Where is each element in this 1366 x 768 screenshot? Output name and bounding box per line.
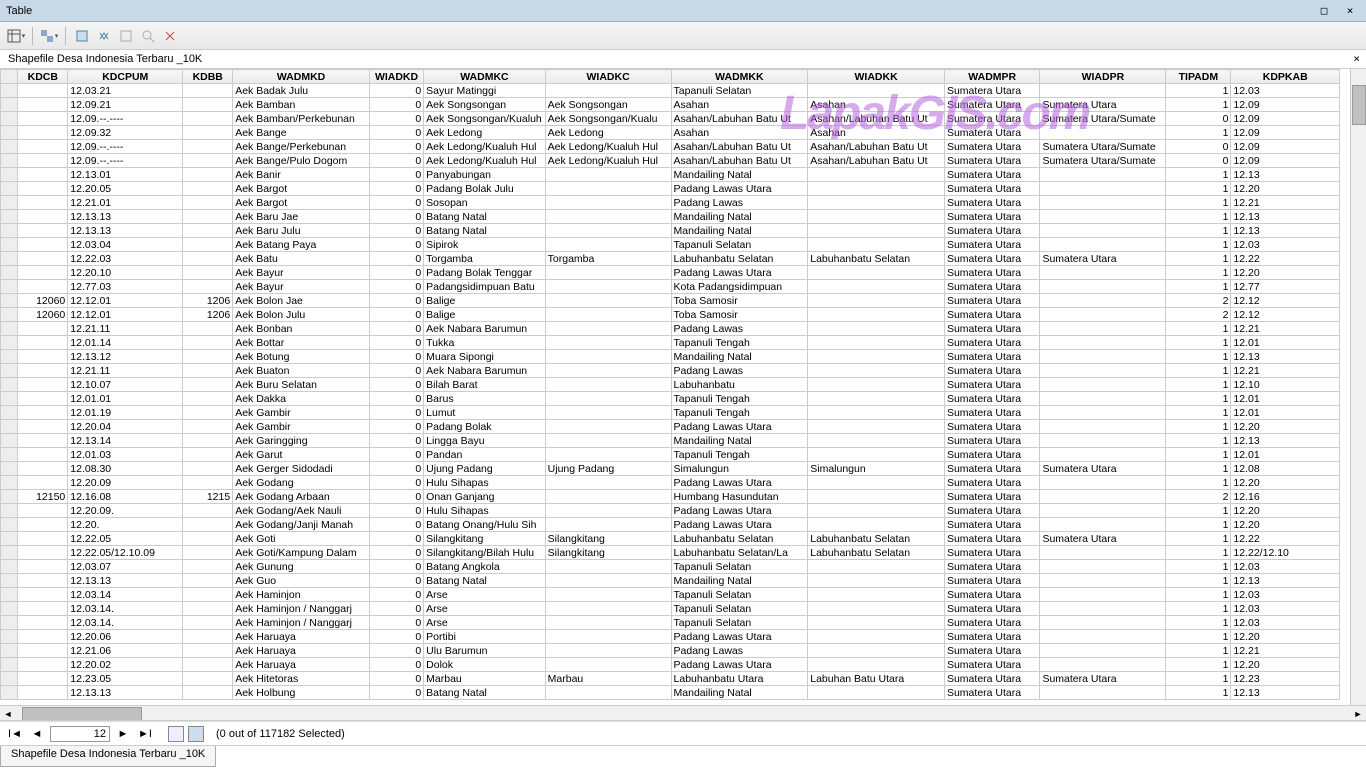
column-header[interactable]: WIADKK xyxy=(808,70,945,84)
close-button[interactable]: × xyxy=(1338,3,1362,19)
table-row[interactable]: 12.03.21Aek Badak Julu0Sayur MatinggiTap… xyxy=(1,84,1340,98)
table-container: KDCBKDCPUMKDBBWADMKDWIADKDWADMKCWIADKCWA… xyxy=(0,69,1366,721)
record-navigator: I◄ ◄ ► ►I (0 out of 117182 Selected) xyxy=(0,721,1366,745)
last-record-button[interactable]: ►I xyxy=(136,725,154,743)
table-tab[interactable]: Shapefile Desa Indonesia Terbaru _10K xyxy=(0,746,216,767)
table-row[interactable]: 12.13.13Aek Guo0Batang NatalMandailing N… xyxy=(1,574,1340,588)
attribute-table[interactable]: KDCBKDCPUMKDBBWADMKDWIADKDWADMKCWIADKCWA… xyxy=(0,69,1340,700)
horizontal-scrollbar[interactable]: ◄ ► xyxy=(0,705,1366,721)
table-row[interactable]: 12.13.13Aek Holbung0Batang NatalMandaili… xyxy=(1,686,1340,700)
table-row[interactable]: 12.20.09.Aek Godang/Aek Nauli0Hulu Sihap… xyxy=(1,504,1340,518)
table-row[interactable]: 12.09.--.----Aek Bange/Pulo Dogom0Aek Le… xyxy=(1,154,1340,168)
table-row[interactable]: 12.13.01Aek Banir0PanyabunganMandailing … xyxy=(1,168,1340,182)
column-header[interactable]: WADMPR xyxy=(944,70,1039,84)
selection-status: (0 out of 117182 Selected) xyxy=(216,728,345,740)
table-row[interactable]: 12.01.03Aek Garut0PandanTapanuli TengahS… xyxy=(1,448,1340,462)
table-row[interactable]: 12.20.05Aek Bargot0Padang Bolak JuluPada… xyxy=(1,182,1340,196)
table-row[interactable]: 12.01.01Aek Dakka0BarusTapanuli TengahSu… xyxy=(1,392,1340,406)
table-row[interactable]: 12.09.21Aek Bamban0Aek SongsonganAek Son… xyxy=(1,98,1340,112)
switch-selection-icon[interactable] xyxy=(94,26,114,46)
first-record-button[interactable]: I◄ xyxy=(6,725,24,743)
column-header[interactable]: WIADKC xyxy=(545,70,671,84)
column-header[interactable]: WADMKD xyxy=(233,70,370,84)
column-header[interactable]: WADMKC xyxy=(424,70,546,84)
table-row[interactable]: 12.13.12Aek Botung0Muara SipongiMandaili… xyxy=(1,350,1340,364)
table-row[interactable]: 12.22.05Aek Goti0SilangkitangSilangkitan… xyxy=(1,532,1340,546)
table-row[interactable]: 12.01.14Aek Bottar0TukkaTapanuli TengahS… xyxy=(1,336,1340,350)
zoom-selected-icon[interactable] xyxy=(138,26,158,46)
related-tables-icon[interactable] xyxy=(39,26,59,46)
column-header[interactable]: KDPKAB xyxy=(1231,70,1340,84)
table-row[interactable]: 1215012.16.081215Aek Godang Arbaan0Onan … xyxy=(1,490,1340,504)
table-row[interactable]: 12.22.03Aek Batu0TorgambaTorgambaLabuhan… xyxy=(1,252,1340,266)
table-row[interactable]: 12.21.06Aek Haruaya0Ulu BarumunPadang La… xyxy=(1,644,1340,658)
table-row[interactable]: 12.20.10Aek Bayur0Padang Bolak TenggarPa… xyxy=(1,266,1340,280)
vertical-scrollbar[interactable] xyxy=(1350,69,1366,705)
column-header[interactable]: TIPADM xyxy=(1166,70,1231,84)
minimize-button[interactable]: □ xyxy=(1312,3,1336,19)
select-by-attributes-icon[interactable] xyxy=(72,26,92,46)
table-row[interactable]: 12.23.05Aek Hitetoras0MarbauMarbauLabuha… xyxy=(1,672,1340,686)
column-header[interactable]: KDCB xyxy=(18,70,68,84)
toolbar xyxy=(0,22,1366,50)
column-header[interactable]: WIADPR xyxy=(1040,70,1166,84)
layer-title-bar: Shapefile Desa Indonesia Terbaru _10K × xyxy=(0,50,1366,69)
table-row[interactable]: 12.08.30Aek Gerger Sidodadi0Ujung Padang… xyxy=(1,462,1340,476)
table-row[interactable]: 12.13.13Aek Baru Jae0Batang NatalMandail… xyxy=(1,210,1340,224)
table-row[interactable]: 12.09.--.----Aek Bange/Perkebunan0Aek Le… xyxy=(1,140,1340,154)
table-row[interactable]: 12.20.02Aek Haruaya0DolokPadang Lawas Ut… xyxy=(1,658,1340,672)
table-row[interactable]: 12.01.19Aek Gambir0LumutTapanuli TengahS… xyxy=(1,406,1340,420)
table-row[interactable]: 12.22.05/12.10.09Aek Goti/Kampung Dalam0… xyxy=(1,546,1340,560)
window-title: Table xyxy=(4,5,1312,17)
next-record-button[interactable]: ► xyxy=(114,725,132,743)
table-row[interactable]: 12.10.07Aek Buru Selatan0Bilah BaratLabu… xyxy=(1,378,1340,392)
table-row[interactable]: 12.21.01Aek Bargot0SosopanPadang LawasSu… xyxy=(1,196,1340,210)
layer-close-icon[interactable]: × xyxy=(1353,52,1360,65)
layer-title: Shapefile Desa Indonesia Terbaru _10K xyxy=(8,53,202,65)
table-row[interactable]: 12.21.11Aek Bonban0Aek Nabara BarumunPad… xyxy=(1,322,1340,336)
table-row[interactable]: 12.09.32Aek Bange0Aek LedongAek LedongAs… xyxy=(1,126,1340,140)
title-bar: Table □ × xyxy=(0,0,1366,22)
table-row[interactable]: 12.03.14Aek Haminjon0ArseTapanuli Selata… xyxy=(1,588,1340,602)
column-header[interactable]: WADMKK xyxy=(671,70,808,84)
column-header[interactable]: WIADKD xyxy=(369,70,423,84)
clear-selection-icon[interactable] xyxy=(116,26,136,46)
table-row[interactable]: 1206012.12.011206Aek Bolon Jae0BaligeTob… xyxy=(1,294,1340,308)
delete-selected-icon[interactable] xyxy=(160,26,180,46)
table-row[interactable]: 12.13.13Aek Baru Julu0Batang NatalMandai… xyxy=(1,224,1340,238)
prev-record-button[interactable]: ◄ xyxy=(28,725,46,743)
table-row[interactable]: 12.03.14.Aek Haminjon / Nanggarj0ArseTap… xyxy=(1,616,1340,630)
table-row[interactable]: 12.20.09Aek Godang0Hulu SihapasPadang La… xyxy=(1,476,1340,490)
table-row[interactable]: 12.77.03Aek Bayur0Padangsidimpuan BatuKo… xyxy=(1,280,1340,294)
table-row[interactable]: 12.21.11Aek Buaton0Aek Nabara BarumunPad… xyxy=(1,364,1340,378)
table-row[interactable]: 12.03.07Aek Gunung0Batang AngkolaTapanul… xyxy=(1,560,1340,574)
table-row[interactable]: 1206012.12.011206Aek Bolon Julu0BaligeTo… xyxy=(1,308,1340,322)
show-selected-icon[interactable] xyxy=(188,726,204,742)
table-row[interactable]: 12.03.04Aek Batang Paya0SipirokTapanuli … xyxy=(1,238,1340,252)
table-row[interactable]: 12.13.14Aek Garingging0Lingga BayuMandai… xyxy=(1,434,1340,448)
table-menu-icon[interactable] xyxy=(6,26,26,46)
table-row[interactable]: 12.20.04Aek Gambir0Padang BolakPadang La… xyxy=(1,420,1340,434)
table-row[interactable]: 12.20.06Aek Haruaya0PortibiPadang Lawas … xyxy=(1,630,1340,644)
column-header[interactable]: KDBB xyxy=(183,70,233,84)
record-number-input[interactable] xyxy=(50,726,110,742)
table-row[interactable]: 12.20.Aek Godang/Janji Manah0Batang Onan… xyxy=(1,518,1340,532)
table-row[interactable]: 12.03.14.Aek Haminjon / Nanggarj0ArseTap… xyxy=(1,602,1340,616)
show-all-icon[interactable] xyxy=(168,726,184,742)
tab-bar: Shapefile Desa Indonesia Terbaru _10K xyxy=(0,745,1366,767)
column-header[interactable]: KDCPUM xyxy=(68,70,183,84)
table-row[interactable]: 12.09.--.----Aek Bamban/Perkebunan0Aek S… xyxy=(1,112,1340,126)
